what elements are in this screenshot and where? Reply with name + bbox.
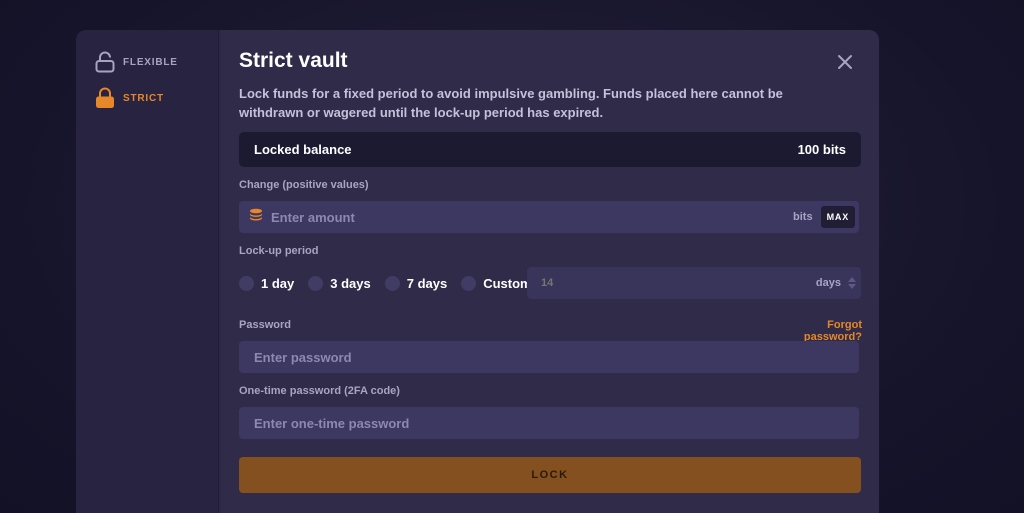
radio-circle [239, 275, 254, 291]
vault-sidebar: FLEXIBLE STRICT [76, 30, 219, 513]
sidebar-item-strict[interactable]: STRICT [94, 87, 164, 109]
close-icon [838, 55, 852, 69]
radio-label: Custom [483, 275, 532, 291]
lockup-label: Lock-up period [239, 245, 319, 257]
vault-description: Lock funds for a fixed period to avoid i… [239, 86, 783, 120]
days-stepper[interactable] [847, 275, 857, 291]
lock-icon [94, 87, 116, 109]
vault-modal: FLEXIBLE STRICT Strict vault Lock funds … [76, 30, 879, 513]
forgot-password-link[interactable]: Forgot password? [772, 319, 862, 343]
locked-balance-value: 100 bits [797, 142, 846, 157]
otp-label: One-time password (2FA code) [239, 385, 400, 397]
amount-field: bits MAX [239, 201, 859, 233]
amount-unit: bits [793, 211, 813, 223]
password-label: Password [239, 319, 291, 331]
lock-button[interactable]: LOCK [239, 457, 861, 493]
close-button[interactable] [835, 52, 855, 72]
radio-circle [384, 275, 400, 291]
sidebar-item-flexible[interactable]: FLEXIBLE [94, 51, 178, 73]
vault-panel: Strict vault Lock funds for a fixed peri… [221, 30, 879, 513]
max-button[interactable]: MAX [820, 206, 855, 228]
custom-days-unit: days [815, 277, 841, 289]
password-field [239, 341, 859, 373]
otp-input[interactable] [254, 407, 859, 439]
sidebar-item-label: FLEXIBLE [123, 56, 178, 68]
amount-input[interactable] [271, 201, 794, 233]
change-label: Change (positive values) [239, 179, 369, 191]
locked-balance-box: Locked balance 100 bits [239, 132, 861, 167]
coins-icon [249, 208, 263, 227]
otp-field [239, 407, 859, 439]
radio-3-days[interactable]: 3 days [308, 275, 371, 291]
unlock-icon [94, 51, 116, 73]
radio-1-day[interactable]: 1 day [239, 275, 295, 291]
radio-label: 3 days [330, 275, 371, 291]
radio-circle [308, 275, 324, 291]
password-input[interactable] [254, 341, 859, 373]
radio-custom[interactable]: Custom [461, 275, 532, 291]
page-title: Strict vault [239, 49, 348, 72]
chevron-down-icon[interactable] [847, 283, 857, 291]
custom-days-input[interactable] [541, 277, 816, 289]
custom-days-field: days [527, 267, 861, 299]
sidebar-item-label: STRICT [123, 92, 164, 104]
radio-label: 7 days [406, 275, 448, 291]
radio-circle [461, 275, 477, 291]
radio-7-days[interactable]: 7 days [384, 275, 448, 291]
chevron-up-icon[interactable] [847, 275, 857, 283]
locked-balance-label: Locked balance [254, 142, 352, 157]
lockup-options: 1 day 3 days 7 days Custom [239, 274, 546, 292]
radio-label: 1 day [261, 275, 295, 291]
